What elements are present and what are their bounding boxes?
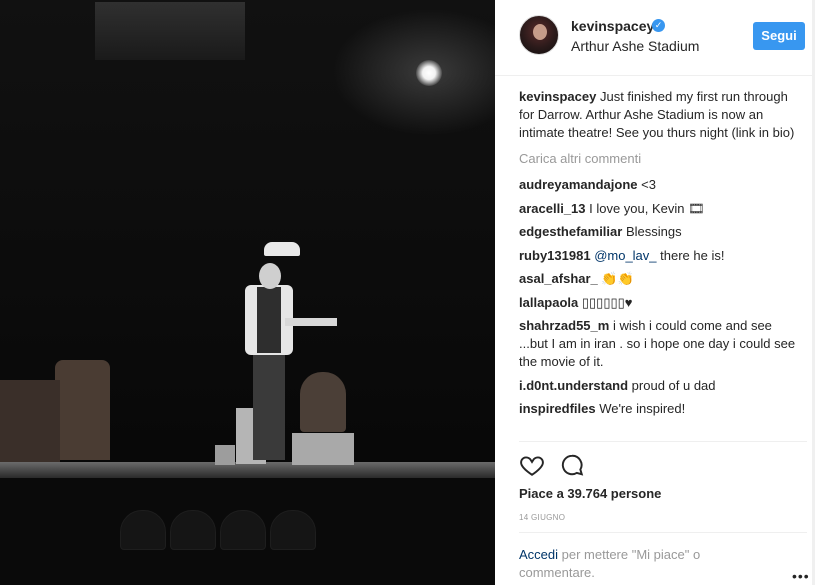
chair [55, 360, 110, 460]
comment: audreyamandajone <3 [519, 176, 799, 194]
comment-text: <3 [637, 177, 656, 192]
comments-list: kevinspacey Just finished my first run t… [519, 88, 799, 424]
divider [519, 532, 807, 533]
comment-username[interactable]: aracelli_13 [519, 201, 586, 216]
video-screen [95, 2, 245, 60]
heart-icon[interactable] [519, 452, 545, 478]
comment-text: I love you, Kevin 🎞 [585, 200, 705, 216]
audience-seat [120, 510, 166, 550]
caption: kevinspacey Just finished my first run t… [519, 88, 799, 142]
comment-text: Blessings [622, 224, 682, 239]
comment: edgesthefamiliar Blessings [519, 223, 799, 241]
audience-seat [170, 510, 216, 550]
audience-seat [270, 510, 316, 550]
comment: inspiredfiles We're inspired! [519, 400, 799, 418]
post-header: kevinspacey ✓ Arthur Ashe Stadium Segui [495, 0, 815, 76]
comment-text: 👏👏 [597, 271, 634, 286]
comment: lallapaola ▯▯▯▯▯▯♥ [519, 294, 799, 312]
comment-text: We're inspired! [595, 401, 686, 416]
comment-username[interactable]: ruby131981 [519, 248, 591, 263]
post-date: 14 GIUGNO [519, 513, 566, 522]
audience-seat [220, 510, 266, 550]
follow-button[interactable]: Segui [753, 22, 805, 50]
location-link[interactable]: Arthur Ashe Stadium [571, 38, 699, 54]
comment-username[interactable]: asal_afshar_ [519, 271, 598, 286]
post-sidebar: kevinspacey ✓ Arthur Ashe Stadium Segui … [495, 0, 815, 585]
comment-username[interactable]: audreyamandajone [519, 177, 638, 192]
comment: shahrzad55_m i wish i could come and see… [519, 317, 799, 371]
comment-bubble-icon[interactable] [559, 452, 585, 478]
armchair [300, 372, 346, 432]
comment: ruby131981 @mo_lav_ there he is! [519, 247, 799, 265]
hat [264, 242, 300, 256]
crate [292, 433, 354, 465]
book [285, 318, 337, 326]
comment: aracelli_13 I love you, Kevin 🎞 [519, 200, 799, 218]
comment: asal_afshar_ 👏👏 [519, 270, 799, 288]
comment-username[interactable]: edgesthefamiliar [519, 224, 622, 239]
comment-text: there he is! [656, 247, 725, 263]
comment: i.d0nt.understand proud of u dad [519, 377, 799, 395]
comment-username[interactable]: shahrzad55_m [519, 318, 609, 333]
divider [519, 441, 807, 442]
login-link[interactable]: Accedi [519, 547, 558, 562]
mention-link[interactable]: @mo_lav_ [594, 248, 656, 263]
login-prompt: Accedi per mettere "Mi piace" o commenta… [519, 546, 739, 582]
spotlight [416, 60, 442, 86]
comment-text: ▯▯▯▯▯▯♥ [578, 294, 633, 310]
likes-count[interactable]: Piace a 39.764 persone [519, 486, 661, 501]
actor-figure [245, 255, 295, 465]
comment-username[interactable]: i.d0nt.understand [519, 378, 628, 393]
comment-text: proud of u dad [628, 377, 716, 393]
crate [215, 445, 235, 465]
avatar[interactable] [519, 15, 559, 55]
post-photo[interactable] [0, 0, 495, 585]
table [0, 380, 60, 462]
comment-username[interactable]: lallapaola [519, 295, 578, 310]
comment-username[interactable]: inspiredfiles [519, 401, 596, 416]
header-username[interactable]: kevinspacey [571, 18, 654, 34]
caption-username[interactable]: kevinspacey [519, 89, 596, 104]
load-more-comments-link[interactable]: Carica altri commenti [519, 150, 799, 168]
more-options-icon[interactable]: ••• [792, 568, 810, 584]
verified-badge-icon: ✓ [652, 19, 665, 32]
